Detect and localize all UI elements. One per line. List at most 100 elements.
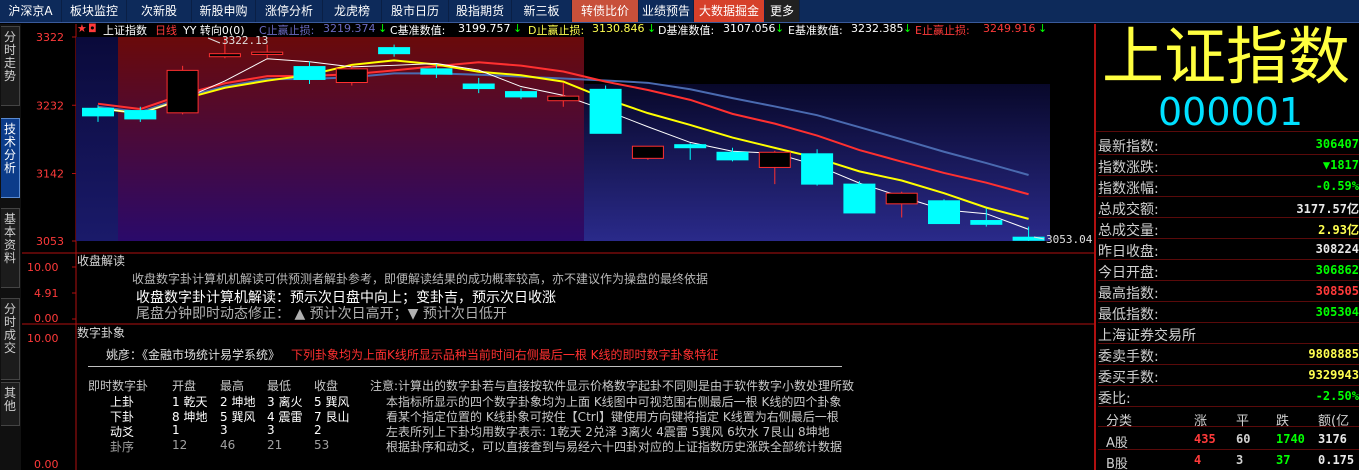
candle bbox=[928, 199, 960, 225]
candle bbox=[589, 85, 622, 134]
panel2-tick-top: 10.00 bbox=[27, 261, 59, 274]
e-stop-label: E止赢止损: bbox=[915, 24, 970, 37]
d-base-label: D基准数值: bbox=[658, 24, 715, 37]
quote-value: 306407 bbox=[1315, 137, 1359, 151]
breadth-header-cell: 涨 bbox=[1194, 414, 1208, 429]
gua-table-cell: 1 bbox=[172, 423, 180, 437]
top-tab[interactable]: 新股申购 bbox=[192, 0, 256, 22]
tab-intraday-trades[interactable]: 分时成交 bbox=[1, 298, 20, 380]
gua-table-header: 最高 bbox=[220, 379, 245, 393]
quote-row: 最高指数: 308505 bbox=[1098, 281, 1359, 302]
y-tick-label: 3322 bbox=[36, 31, 64, 44]
breadth-cell: 37 bbox=[1276, 453, 1291, 467]
gua-table-cell: 3 bbox=[220, 423, 228, 437]
top-tab[interactable]: 转债比价 bbox=[572, 0, 639, 22]
breadth-header-cell: 平 bbox=[1236, 414, 1250, 429]
candle-body bbox=[885, 192, 918, 205]
candle bbox=[801, 149, 834, 186]
gua-table-header: 最低 bbox=[267, 379, 292, 393]
gua-table-cell: 2 坤地 bbox=[220, 395, 256, 409]
quote-value: -0.59% bbox=[1315, 179, 1359, 193]
order-row: 委买手数: 9329943 bbox=[1098, 365, 1359, 386]
breadth-cell: 60 bbox=[1236, 432, 1251, 446]
top-tab[interactable]: 更多 bbox=[765, 0, 800, 22]
candle bbox=[335, 65, 368, 86]
panel3-tick-bottom: 0.00 bbox=[34, 458, 59, 470]
y-axis-ticks: 3322 3232 3142 3053 bbox=[36, 31, 76, 248]
candle-body bbox=[462, 83, 495, 90]
candle-body bbox=[716, 151, 749, 161]
candle-body bbox=[589, 88, 622, 134]
candle-body bbox=[505, 91, 537, 98]
breadth-cell: 4 bbox=[1194, 453, 1202, 467]
top-tab[interactable]: 股市日历 bbox=[382, 0, 449, 22]
tab-fundamentals[interactable]: 基本资料 bbox=[1, 208, 20, 288]
candle-body bbox=[124, 110, 157, 120]
down-arrow-icon: ↓ bbox=[513, 22, 523, 35]
d-base-value: 3107.056 bbox=[723, 22, 776, 35]
top-tab[interactable]: 龙虎榜 bbox=[323, 0, 382, 22]
quote-label: 最新指数: bbox=[1098, 139, 1159, 155]
breadth-header-cell: 分类 bbox=[1106, 414, 1133, 429]
exchange-name: 上海证券交易所 bbox=[1098, 328, 1196, 344]
tab-other[interactable]: 其他 bbox=[1, 382, 20, 426]
panel2-disclaimer: 收盘数字卦计算机机解读可供预测者解卦参考，即便解读结果的成功概率较高，亦不建议作… bbox=[132, 272, 709, 286]
order-row: 委比: -2.50% bbox=[1098, 386, 1359, 407]
top-tab[interactable]: 板块监控 bbox=[62, 0, 127, 22]
order-label: 委买手数: bbox=[1098, 370, 1159, 386]
candle bbox=[631, 145, 664, 160]
y-tick-label: 3053 bbox=[36, 235, 64, 248]
star-icon[interactable]: ★ bbox=[77, 22, 87, 35]
panel2-correction: 尾盘分钟即时动态修正： ▲ 预计次日高开；▼ 预计次日低开 bbox=[136, 306, 507, 322]
breadth-header-cell: 跌 bbox=[1276, 414, 1290, 429]
gua-table-cell: 卦序 bbox=[110, 440, 135, 454]
quote-label: 昨日收盘: bbox=[1098, 244, 1159, 260]
down-arrow-icon: ↓ bbox=[1038, 22, 1048, 35]
top-tab[interactable]: 股指期货 bbox=[449, 0, 512, 22]
breadth-header-cell: 额(亿 bbox=[1318, 414, 1350, 429]
quote-label: 今日开盘: bbox=[1098, 265, 1159, 281]
quote-value: 308224 bbox=[1315, 242, 1359, 256]
top-tab[interactable]: 涨停分析 bbox=[256, 0, 323, 22]
tab-intraday[interactable]: 分时走势 bbox=[1, 26, 20, 106]
candle-body bbox=[335, 68, 368, 84]
chart-period: 日线 bbox=[155, 24, 177, 37]
order-value: -2.50% bbox=[1315, 389, 1359, 403]
quote-row: 最新指数: 306407 bbox=[1098, 134, 1359, 155]
candle-body bbox=[547, 95, 580, 102]
breadth-cell: 1740 bbox=[1276, 432, 1305, 446]
breadth-cell: 435 bbox=[1194, 432, 1216, 446]
gua-table-cell: 12 bbox=[172, 438, 188, 452]
divider bbox=[88, 366, 842, 367]
quote-label: 最高指数: bbox=[1098, 286, 1159, 302]
tab-technical[interactable]: 技术分析 bbox=[1, 118, 20, 198]
order-label: 委比: bbox=[1098, 391, 1131, 407]
quote-panel: 上证指数 000001 最新指数: 306407 指数涨跌: ▼1817 指数涨幅: -0… bbox=[1094, 22, 1359, 470]
breadth-cell: B股 bbox=[1106, 457, 1128, 470]
panel2-tick-mid: 4.91 bbox=[34, 287, 59, 300]
top-tab[interactable]: 次新股 bbox=[127, 0, 192, 22]
top-tab[interactable]: 大数据掘金 bbox=[694, 0, 765, 22]
quote-row: 指数涨幅: -0.59% bbox=[1098, 176, 1359, 197]
quote-value: 308505 bbox=[1315, 284, 1359, 298]
top-tab[interactable]: 新三板 bbox=[512, 0, 572, 22]
candle-body bbox=[801, 153, 834, 185]
panel2-title: 收盘解读 bbox=[77, 254, 126, 268]
quote-header: 上证指数 000001 bbox=[1096, 22, 1359, 134]
gua-table-cell: 53 bbox=[314, 438, 330, 452]
quote-label: 总成交额: bbox=[1098, 202, 1159, 218]
breadth-cell: A股 bbox=[1106, 436, 1128, 451]
expand-icon[interactable]: ◘ bbox=[88, 22, 97, 35]
index-code: 000001 bbox=[1158, 90, 1304, 134]
quote-value: ▼1817 bbox=[1322, 158, 1359, 172]
candle-body bbox=[674, 144, 707, 149]
down-arrow-icon: ↓ bbox=[378, 22, 388, 35]
quote-value: 3177.57亿 bbox=[1296, 202, 1359, 216]
top-tab[interactable]: 业绩预告 bbox=[639, 0, 694, 22]
order-value: 9808885 bbox=[1308, 347, 1359, 361]
e-stop-value: 3249.916 bbox=[983, 22, 1036, 35]
top-tab[interactable]: 沪深京A bbox=[0, 0, 62, 22]
y-tick-label: 3142 bbox=[36, 168, 64, 181]
quote-row: 总成交量: 2.93亿 bbox=[1098, 218, 1359, 239]
candle bbox=[843, 181, 876, 214]
